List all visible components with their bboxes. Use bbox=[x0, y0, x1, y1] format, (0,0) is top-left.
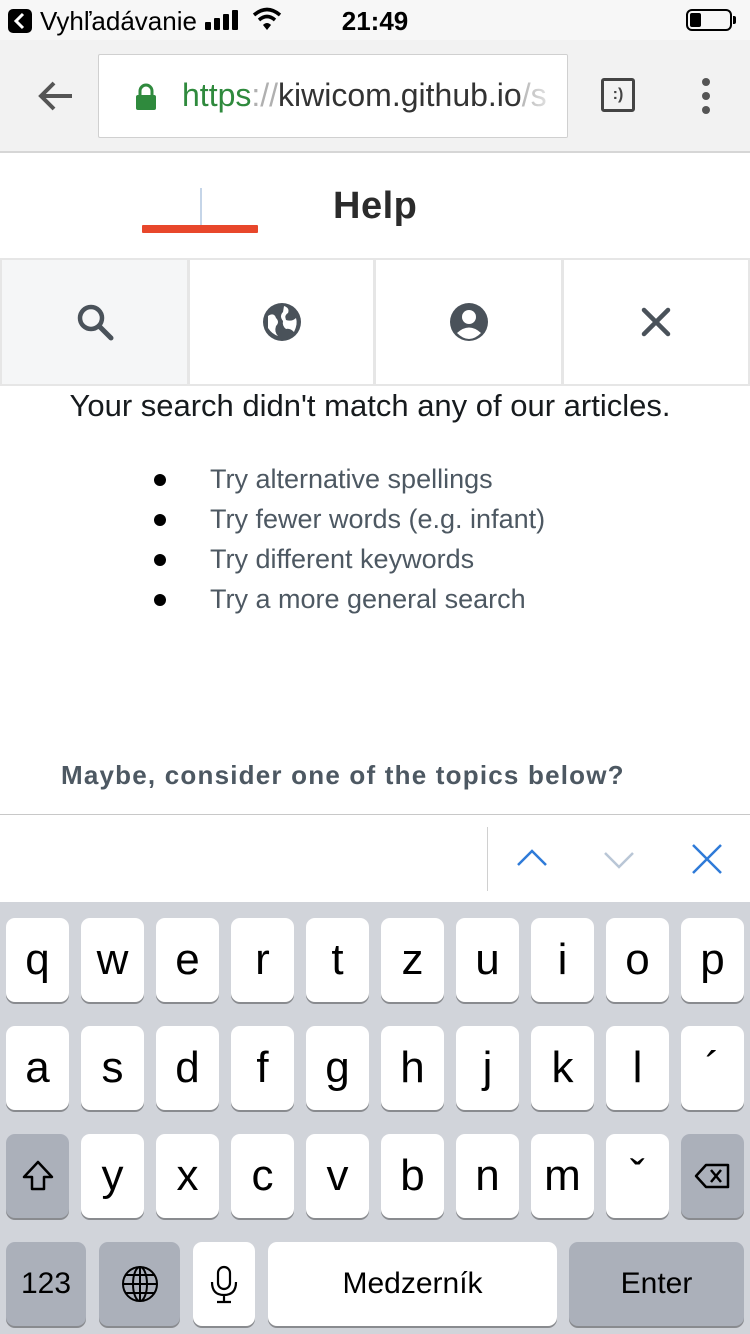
search-tip: Try alternative spellings bbox=[150, 460, 545, 500]
tab-row bbox=[0, 258, 750, 386]
key-j[interactable]: j bbox=[456, 1026, 519, 1110]
key-s[interactable]: s bbox=[81, 1026, 144, 1110]
key-u[interactable]: u bbox=[456, 918, 519, 1002]
tab-account[interactable] bbox=[376, 260, 561, 384]
tab-close[interactable] bbox=[564, 260, 748, 384]
chevron-up-icon[interactable] bbox=[514, 841, 550, 877]
key-z[interactable]: z bbox=[381, 918, 444, 1002]
key-t[interactable]: t bbox=[306, 918, 369, 1002]
shift-icon bbox=[22, 1160, 53, 1191]
url-fade bbox=[517, 55, 567, 137]
key-n[interactable]: n bbox=[456, 1134, 519, 1218]
key-acute[interactable]: ´ bbox=[681, 1026, 744, 1110]
status-bar: Vyhľadávanie 21:49 bbox=[0, 0, 750, 40]
key-f[interactable]: f bbox=[231, 1026, 294, 1110]
key-caron[interactable]: ˇ bbox=[606, 1134, 669, 1218]
tab-search[interactable] bbox=[2, 260, 187, 384]
key-i[interactable]: i bbox=[531, 918, 594, 1002]
microphone-icon bbox=[210, 1265, 238, 1304]
account-icon bbox=[449, 303, 488, 341]
space-key[interactable]: Medzerník bbox=[268, 1242, 557, 1326]
key-a[interactable]: a bbox=[6, 1026, 69, 1110]
lock-icon bbox=[136, 83, 156, 110]
key-p[interactable]: p bbox=[681, 918, 744, 1002]
page-header: Help bbox=[0, 155, 750, 258]
chevron-down-icon[interactable] bbox=[601, 841, 637, 877]
url-text: https://kiwicom.github.io/s bbox=[182, 77, 547, 114]
dictation-key[interactable] bbox=[193, 1242, 255, 1326]
page-title: Help bbox=[333, 185, 418, 227]
key-l[interactable]: l bbox=[606, 1026, 669, 1110]
battery-icon bbox=[686, 9, 736, 31]
search-tip: Try fewer words (e.g. infant) bbox=[150, 500, 545, 540]
close-icon bbox=[641, 307, 671, 337]
url-host: kiwicom.github.io bbox=[278, 77, 522, 113]
key-g[interactable]: g bbox=[306, 1026, 369, 1110]
search-tips-list: Try alternative spellings Try fewer word… bbox=[150, 460, 545, 620]
logo-underline bbox=[142, 225, 258, 233]
shift-key[interactable] bbox=[6, 1134, 69, 1218]
find-close-icon[interactable] bbox=[689, 841, 725, 877]
url-scheme: https bbox=[182, 77, 252, 113]
search-tip: Try a more general search bbox=[150, 580, 545, 620]
key-x[interactable]: x bbox=[156, 1134, 219, 1218]
key-h[interactable]: h bbox=[381, 1026, 444, 1110]
key-y[interactable]: y bbox=[81, 1134, 144, 1218]
clock: 21:49 bbox=[341, 6, 409, 36]
key-v[interactable]: v bbox=[306, 1134, 369, 1218]
key-b[interactable]: b bbox=[381, 1134, 444, 1218]
tab-switcher-button[interactable]: :) bbox=[601, 78, 635, 112]
url-separator: :// bbox=[251, 77, 279, 113]
key-w[interactable]: w bbox=[81, 918, 144, 1002]
globe-icon bbox=[262, 303, 301, 341]
enter-key[interactable]: Enter bbox=[569, 1242, 744, 1326]
address-bar[interactable]: https://kiwicom.github.io/s bbox=[98, 54, 568, 138]
backspace-icon bbox=[694, 1163, 729, 1189]
find-bar-divider bbox=[487, 827, 488, 891]
key-r[interactable]: r bbox=[231, 918, 294, 1002]
topics-hint: Maybe, consider one of the topics below? bbox=[61, 760, 625, 790]
key-e[interactable]: e bbox=[156, 918, 219, 1002]
key-q[interactable]: q bbox=[6, 918, 69, 1002]
key-d[interactable]: d bbox=[156, 1026, 219, 1110]
backspace-key[interactable] bbox=[681, 1134, 744, 1218]
numbers-key[interactable]: 123 bbox=[6, 1242, 86, 1326]
key-k[interactable]: k bbox=[531, 1026, 594, 1110]
more-menu-icon[interactable] bbox=[700, 78, 712, 114]
back-arrow-icon[interactable] bbox=[36, 76, 76, 116]
battery-level bbox=[690, 13, 701, 27]
search-icon bbox=[77, 304, 113, 341]
keyboard: q w e r t z u i o p a s d f g h j k l ´ … bbox=[0, 902, 750, 1334]
browser-toolbar: https://kiwicom.github.io/s :) bbox=[0, 40, 750, 153]
globe-key[interactable] bbox=[99, 1242, 180, 1326]
key-o[interactable]: o bbox=[606, 918, 669, 1002]
key-c[interactable]: c bbox=[231, 1134, 294, 1218]
language-globe-icon bbox=[121, 1266, 158, 1302]
key-m[interactable]: m bbox=[531, 1134, 594, 1218]
logo-cursor-line bbox=[200, 188, 202, 226]
tab-globe[interactable] bbox=[190, 260, 373, 384]
search-tip: Try different keywords bbox=[150, 540, 545, 580]
find-in-page-bar bbox=[0, 814, 750, 902]
no-match-message: Your search didn't match any of our arti… bbox=[69, 388, 671, 423]
